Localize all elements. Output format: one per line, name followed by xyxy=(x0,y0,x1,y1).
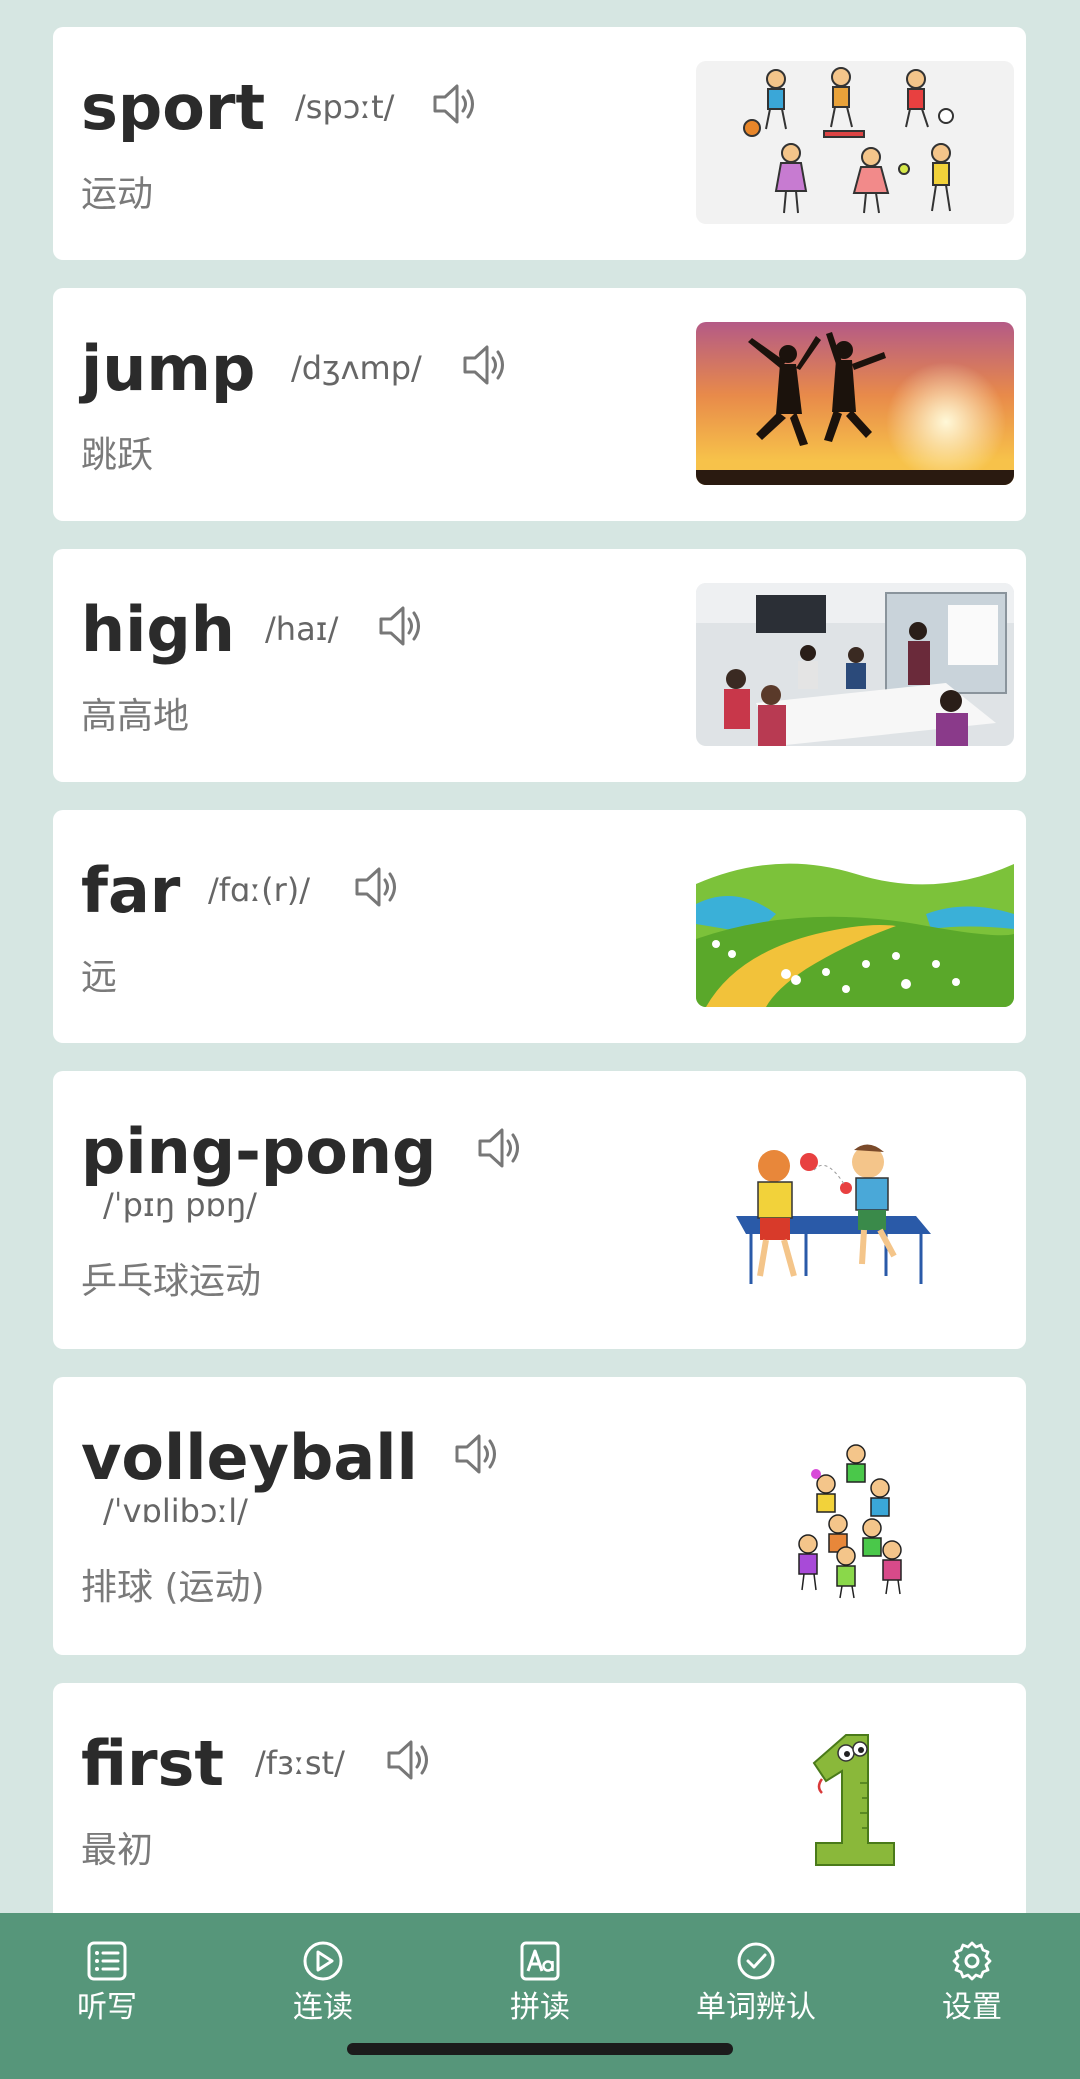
word-image xyxy=(696,322,1014,485)
list-icon xyxy=(87,1941,127,1981)
gear-icon xyxy=(952,1941,992,1981)
speaker-icon[interactable] xyxy=(429,79,479,129)
tab-label: 设置 xyxy=(942,1990,1002,2025)
tab-label: 拼读 xyxy=(510,1990,570,2025)
tab-dictation[interactable]: 听写 xyxy=(17,1913,197,2033)
word-image xyxy=(696,1723,1014,1873)
word-image xyxy=(696,1432,1014,1602)
speaker-icon[interactable] xyxy=(451,1429,501,1479)
home-indicator[interactable] xyxy=(347,2043,733,2055)
word-text: first xyxy=(81,1727,225,1800)
word-list[interactable]: sport /spɔːt/ 运动 jump /dʒʌmp/ 跳跃 high /h… xyxy=(0,0,1080,1913)
word-phonetic: /ˈvɒlibɔːl/ xyxy=(103,1492,248,1530)
word-card[interactable]: ping-pong /ˈpɪŋ pɒŋ/ 乒乓球运动 xyxy=(53,1071,1026,1349)
speaker-icon[interactable] xyxy=(375,601,425,651)
tab-spell-read[interactable]: 拼读 xyxy=(450,1913,630,2033)
tab-label: 听写 xyxy=(77,1990,137,2025)
word-card[interactable]: first /fɜːst/ 最初 xyxy=(53,1683,1026,1913)
word-text: jump xyxy=(81,332,256,405)
play-circle-icon xyxy=(303,1941,343,1981)
word-meaning: 排球 (运动) xyxy=(81,1567,265,1608)
word-phonetic: /haɪ/ xyxy=(265,610,339,648)
word-image xyxy=(696,61,1014,224)
word-meaning: 高高地 xyxy=(81,696,190,737)
tab-label: 连读 xyxy=(293,1990,353,2025)
word-meaning: 乒乓球运动 xyxy=(81,1261,262,1302)
word-card[interactable]: volleyball /ˈvɒlibɔːl/ 排球 (运动) xyxy=(53,1377,1026,1655)
word-text: far xyxy=(81,854,181,927)
speaker-icon[interactable] xyxy=(474,1123,524,1173)
tab-word-recognition[interactable]: 单词辨认 xyxy=(666,1913,846,2033)
word-phonetic: /dʒʌmp/ xyxy=(291,349,422,387)
tab-settings[interactable]: 设置 xyxy=(882,1913,1062,2033)
word-card[interactable]: high /haɪ/ 高高地 xyxy=(53,549,1026,782)
tab-label: 单词辨认 xyxy=(696,1990,816,2025)
word-card[interactable]: sport /spɔːt/ 运动 xyxy=(53,27,1026,260)
word-meaning: 跳跃 xyxy=(81,435,154,476)
word-meaning: 远 xyxy=(81,957,118,998)
word-phonetic: /spɔːt/ xyxy=(295,88,395,126)
word-phonetic: /fɑː(r)/ xyxy=(208,871,311,909)
word-text: sport xyxy=(81,71,266,144)
word-meaning: 运动 xyxy=(81,174,154,215)
word-text: ping-pong xyxy=(81,1115,437,1188)
word-image xyxy=(696,844,1014,1007)
speaker-icon[interactable] xyxy=(383,1735,433,1785)
word-card[interactable]: far /fɑː(r)/ 远 xyxy=(53,810,1026,1043)
word-image xyxy=(696,1126,1014,1296)
word-phonetic: /fɜːst/ xyxy=(255,1744,345,1782)
spell-icon xyxy=(520,1941,560,1981)
word-image xyxy=(696,583,1014,746)
speaker-icon[interactable] xyxy=(351,862,401,912)
speaker-icon[interactable] xyxy=(459,340,509,390)
check-circle-icon xyxy=(737,1942,775,1980)
word-text: high xyxy=(81,593,235,666)
word-card[interactable]: jump /dʒʌmp/ 跳跃 xyxy=(53,288,1026,521)
tab-continuous-read[interactable]: 连读 xyxy=(233,1913,413,2033)
word-meaning: 最初 xyxy=(81,1830,154,1871)
word-phonetic: /ˈpɪŋ pɒŋ/ xyxy=(103,1186,257,1224)
word-text: volleyball xyxy=(81,1421,418,1494)
